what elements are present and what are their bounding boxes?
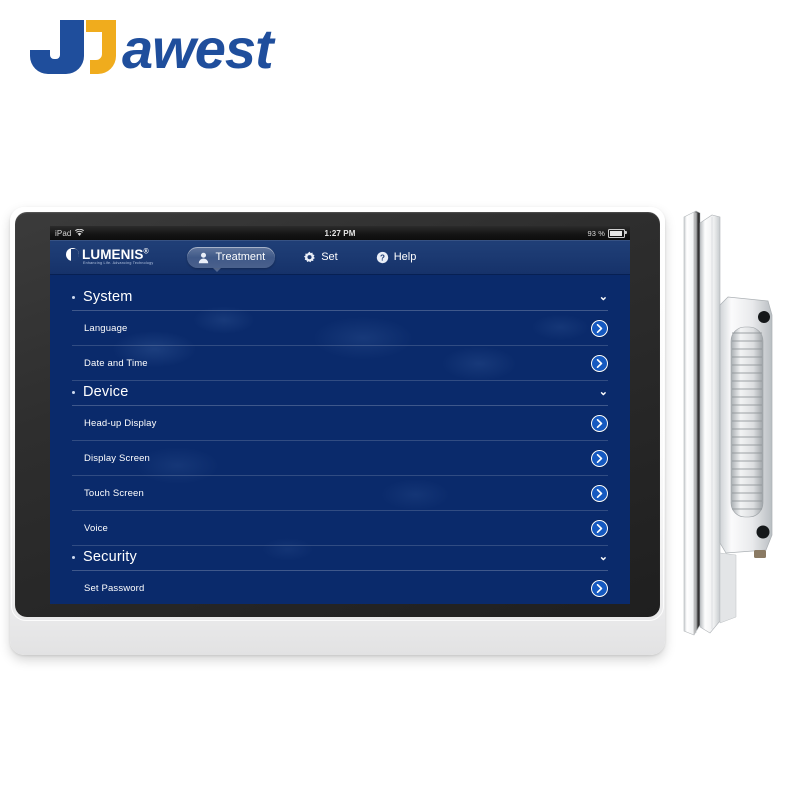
lumenis-logo: LUMENIS® Enhancing Life. Advancing Techn… [66, 248, 153, 266]
side-front-edge [683, 210, 701, 636]
nav-tab-help-label: Help [393, 251, 417, 263]
settings-row-date-and-time[interactable]: Date and Time [72, 346, 608, 381]
lumenis-wordmark-text: LUMENIS [82, 246, 144, 262]
settings-group-system[interactable]: System ⌄ [72, 286, 608, 311]
settings-group-security[interactable]: Security ⌄ [72, 546, 608, 571]
settings-row-date-and-time-label: Date and Time [84, 357, 148, 369]
carrier-label: iPad [55, 228, 72, 238]
settings-group-device[interactable]: Device ⌄ [72, 381, 608, 406]
panel-pc-front-view: iPad 1:27 PM 93 % LUMENIS® Enhancing Lif… [10, 207, 665, 655]
status-left: iPad [55, 228, 85, 238]
lumenis-app: LUMENIS® Enhancing Life. Advancing Techn… [50, 240, 630, 604]
person-icon [199, 252, 209, 263]
battery-percent-label: 93 % [587, 228, 605, 238]
status-right: 93 % [587, 228, 627, 238]
nav-tab-help[interactable]: ? Help [366, 247, 427, 268]
settings-row-language-label: Language [84, 322, 128, 334]
gear-icon [304, 251, 316, 262]
settings-row-touch-screen[interactable]: Touch Screen [72, 476, 608, 511]
svg-text:?: ? [380, 253, 385, 262]
lumenis-mark-icon [66, 248, 79, 262]
question-circle-icon: ? [376, 251, 388, 263]
settings-row-language[interactable]: Language [72, 311, 608, 346]
nav-tab-treatment-label: Treatment [215, 251, 266, 263]
chevron-down-icon[interactable]: ⌄ [599, 551, 608, 563]
chevron-right-circle-icon[interactable] [591, 484, 608, 502]
side-chassis [699, 214, 721, 634]
settings-row-voice-label: Voice [84, 522, 108, 534]
display-screen: iPad 1:27 PM 93 % LUMENIS® Enhancing Lif… [50, 226, 630, 604]
lumenis-wordmark: LUMENIS® [82, 248, 149, 262]
chevron-right-circle-icon[interactable] [591, 414, 608, 432]
settings-row-set-password-label: Set Password [84, 582, 145, 594]
nav-tab-set[interactable]: Set [293, 247, 348, 268]
nav-tab-set-label: Set [321, 251, 338, 263]
chevron-right-circle-icon[interactable] [591, 579, 608, 597]
settings-group-device-label: Device [83, 384, 129, 400]
settings-row-set-password[interactable]: Set Password [72, 571, 608, 604]
chevron-right-circle-icon[interactable] [591, 519, 608, 537]
lumenis-trademark: ® [143, 248, 149, 256]
chevron-right-circle-icon[interactable] [591, 354, 608, 372]
screw-top [758, 311, 770, 323]
ios-status-bar: iPad 1:27 PM 93 % [50, 226, 630, 240]
chevron-down-icon[interactable]: ⌄ [599, 291, 608, 303]
settings-group-system-label: System [83, 289, 133, 305]
settings-row-head-up-display[interactable]: Head-up Display [72, 406, 608, 441]
settings-group-security-label: Security [83, 549, 137, 565]
heatsink-fins [730, 326, 764, 518]
chevron-down-icon[interactable]: ⌄ [599, 386, 608, 398]
side-lower-skirt [719, 552, 737, 624]
nav-tab-treatment[interactable]: Treatment [187, 246, 276, 272]
chevron-right-circle-icon[interactable] [591, 449, 608, 467]
screenshot-canvas: awest iPad 1:27 PM 93 % LUMENIS® Enhanci… [0, 0, 800, 800]
settings-row-touch-screen-label: Touch Screen [84, 487, 144, 499]
settings-list: System ⌄ Language Date and Time Device ⌄… [50, 274, 630, 604]
wifi-icon [75, 229, 85, 236]
battery-icon [608, 228, 627, 238]
app-navbar: LUMENIS® Enhancing Life. Advancing Techn… [50, 240, 630, 274]
settings-row-head-up-display-label: Head-up Display [84, 417, 157, 429]
device-bezel: iPad 1:27 PM 93 % LUMENIS® Enhancing Lif… [11, 208, 664, 621]
jawest-logo: awest [26, 16, 326, 78]
svg-text:awest: awest [122, 17, 276, 78]
settings-row-display-screen-label: Display Screen [84, 452, 150, 464]
settings-row-voice[interactable]: Voice [72, 511, 608, 546]
panel-pc-side-view [676, 205, 788, 647]
status-time: 1:27 PM [324, 228, 356, 238]
settings-row-display-screen[interactable]: Display Screen [72, 441, 608, 476]
bullet-icon [72, 295, 75, 299]
bullet-icon [72, 390, 75, 394]
connector-port [754, 550, 766, 558]
screw-bottom [756, 525, 770, 539]
chevron-right-circle-icon[interactable] [591, 319, 608, 337]
lumenis-tagline: Enhancing Life. Advancing Technology [83, 261, 154, 266]
bullet-icon [72, 555, 75, 559]
